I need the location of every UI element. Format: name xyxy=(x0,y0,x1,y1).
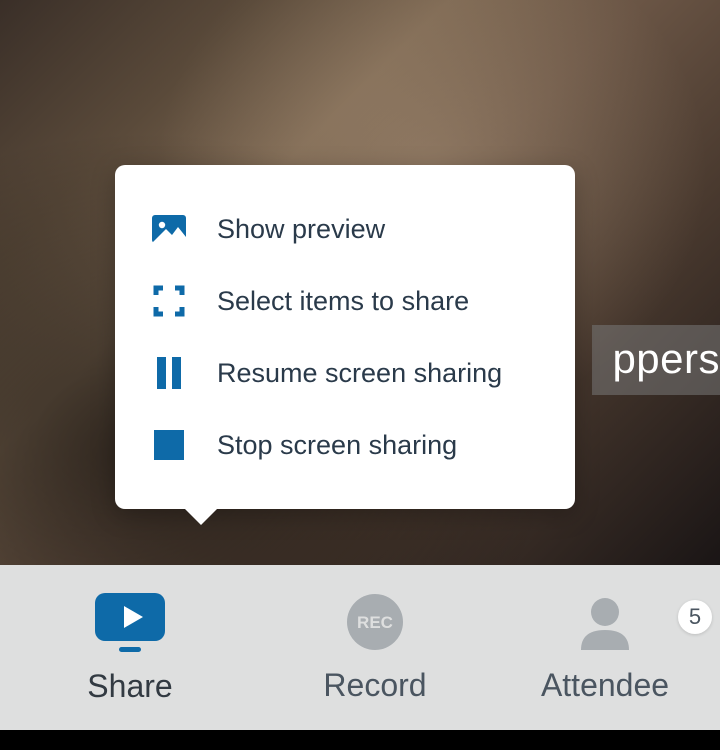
menu-item-select-items[interactable]: Select items to share xyxy=(143,265,547,337)
record-icon: REC xyxy=(345,592,405,657)
attendee-count-badge: 5 xyxy=(678,600,712,634)
attendees-button[interactable]: 5 Attendee xyxy=(490,592,720,704)
menu-item-label: Show preview xyxy=(217,214,385,245)
menu-item-label: Resume screen sharing xyxy=(217,358,502,389)
svg-text:REC: REC xyxy=(357,613,393,632)
menu-item-stop-sharing[interactable]: Stop screen sharing xyxy=(143,409,547,481)
toolbar-label: Record xyxy=(323,667,426,704)
toolbar-label: Attendee xyxy=(541,667,669,704)
bottom-bar xyxy=(0,730,720,750)
participant-name-text: ppers xyxy=(612,335,720,382)
picture-icon xyxy=(151,211,187,247)
person-icon xyxy=(575,592,635,657)
select-icon xyxy=(151,283,187,319)
share-menu-popup: Show preview Select items to share Resum… xyxy=(115,165,575,509)
participant-name-overlay: ppers xyxy=(592,325,720,395)
menu-item-label: Stop screen sharing xyxy=(217,430,457,461)
toolbar-label: Share xyxy=(87,668,172,705)
record-button[interactable]: REC Record xyxy=(260,592,490,704)
bottom-toolbar: Share REC Record 5 Attendee xyxy=(0,565,720,730)
menu-item-resume-sharing[interactable]: Resume screen sharing xyxy=(143,337,547,409)
share-button[interactable]: Share xyxy=(0,591,260,705)
menu-item-label: Select items to share xyxy=(217,286,469,317)
share-screen-icon xyxy=(91,591,169,658)
pause-icon xyxy=(151,355,187,391)
stop-icon xyxy=(151,427,187,463)
menu-item-show-preview[interactable]: Show preview xyxy=(143,193,547,265)
